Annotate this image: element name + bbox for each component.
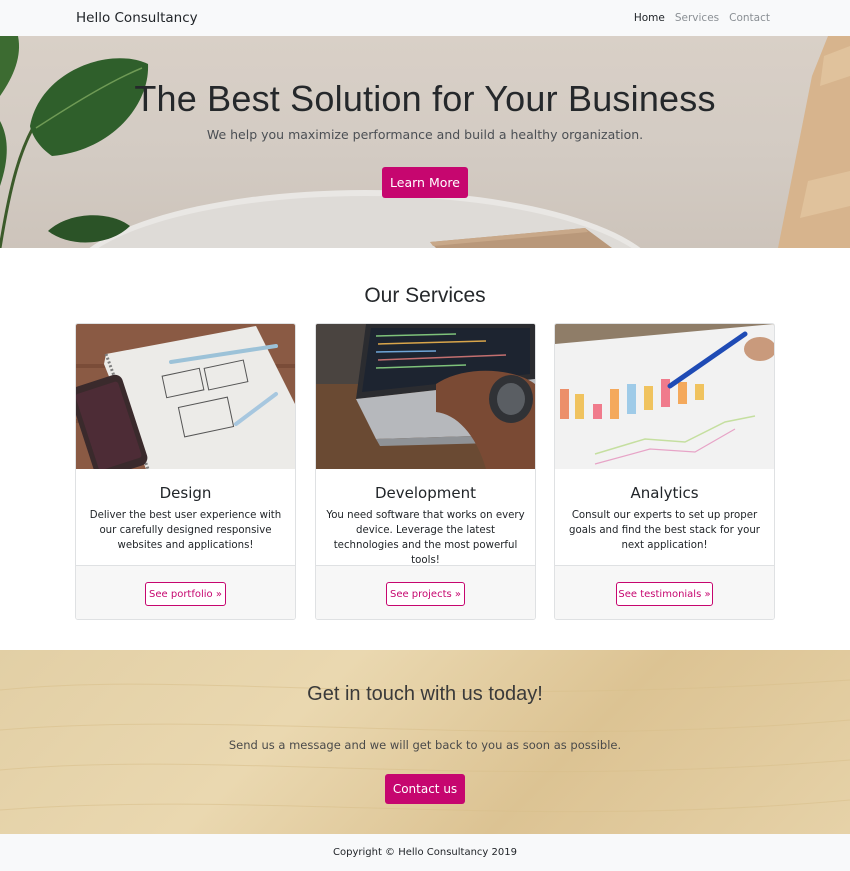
contact-us-button[interactable]: Contact us <box>385 774 465 804</box>
hero-title: The Best Solution for Your Business <box>134 78 716 119</box>
hero-section: The Best Solution for Your Business We h… <box>0 36 850 248</box>
nav-link-contact[interactable]: Contact <box>729 12 770 24</box>
navbar: Hello Consultancy Home Services Contact <box>0 0 850 36</box>
nav-link-services[interactable]: Services <box>675 12 719 24</box>
card-text: Deliver the best user experience with ou… <box>89 510 282 551</box>
contact-section: Get in touch with us today! Send us a me… <box>0 650 850 834</box>
copyright-text: Copyright © Hello Consultancy 2019 <box>333 847 517 858</box>
card-title: Analytics <box>630 484 699 502</box>
card-footer: See portfolio » <box>76 565 295 619</box>
learn-more-button[interactable]: Learn More <box>382 167 468 198</box>
card-text: You need software that works on every de… <box>326 510 525 566</box>
nav-link-home[interactable]: Home <box>634 12 665 24</box>
see-portfolio-button[interactable]: See portfolio » <box>145 582 226 606</box>
development-card-image <box>316 324 535 469</box>
card-footer: See projects » <box>316 565 535 619</box>
card-text: Consult our experts to set up proper goa… <box>569 510 760 551</box>
card-title: Development <box>375 484 476 502</box>
hero-subtitle: We help you maximize performance and bui… <box>206 127 644 142</box>
see-projects-button[interactable]: See projects » <box>386 582 465 606</box>
footer: Copyright © Hello Consultancy 2019 <box>0 834 850 871</box>
service-card-analytics: Analytics Consult our experts to set up … <box>554 323 775 620</box>
contact-text: Send us a message and we will get back t… <box>228 738 622 752</box>
analytics-card-image <box>555 324 774 469</box>
contact-title: Get in touch with us today! <box>307 683 543 705</box>
design-card-image <box>76 324 295 469</box>
card-title: Design <box>159 484 212 502</box>
services-title: Our Services <box>364 284 486 307</box>
service-card-development: Development You need software that works… <box>315 323 536 620</box>
service-card-design: Design Deliver the best user experience … <box>75 323 296 620</box>
nav-links: Home Services Contact <box>634 12 770 24</box>
hero-background-image <box>0 36 850 248</box>
see-testimonials-button[interactable]: See testimonials » <box>616 582 713 606</box>
brand-link[interactable]: Hello Consultancy <box>76 10 198 26</box>
card-footer: See testimonials » <box>555 565 774 619</box>
